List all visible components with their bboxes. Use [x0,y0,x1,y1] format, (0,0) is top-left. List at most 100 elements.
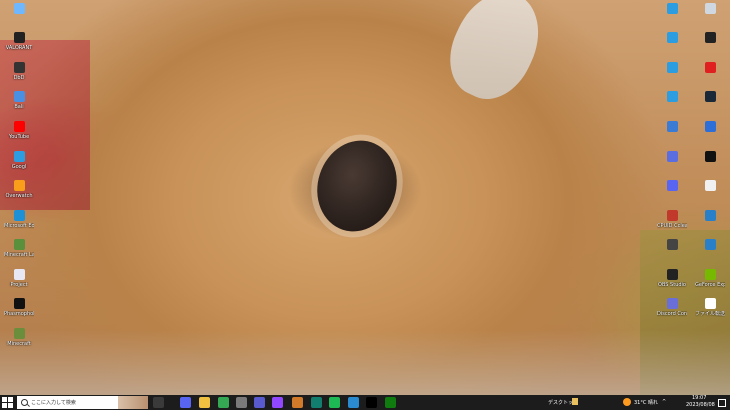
clock-date[interactable]: 2023/08/08 [686,402,715,408]
desktop-right-shortcut[interactable] [695,3,725,16]
weather-text[interactable]: 31°C 晴れ [634,399,658,406]
app-icon[interactable] [254,397,265,408]
folder-icon[interactable] [572,398,578,405]
desktop-right-shortcut[interactable] [657,180,687,193]
app-icon [704,62,716,73]
shortcut-label: ファイル転送 [695,311,725,317]
desktop-left-shortcut[interactable]: Googl [4,151,34,170]
search-placeholder: ここに入力して検索 [31,400,76,406]
valorant-icon [13,32,25,43]
desktop-right-shortcut[interactable] [657,62,687,75]
edge-icon [13,210,25,221]
taskbar: ここに入力して検索 デスクトップ 31°C 晴れ ^ 19:07 2023/08… [0,395,730,410]
desktop-right-shortcut[interactable] [657,239,687,252]
app-icon[interactable] [292,397,303,408]
shortcut-label: Googl [11,164,27,170]
desktop-left-shortcut[interactable] [4,3,34,16]
edge-icon [13,151,25,162]
recycle-bin-icon [704,3,716,14]
desktop-right-shortcut[interactable] [657,32,687,45]
app-icon[interactable] [348,397,359,408]
desktop-right-shortcut[interactable] [695,239,725,252]
x-icon[interactable] [366,397,377,408]
weather-sun-icon[interactable] [623,398,631,406]
desktop-left-shortcut[interactable]: DbD [4,62,34,81]
app-icon [704,151,716,162]
shortcut-label: OBS Studio [658,282,686,288]
desktop-right-shortcut[interactable]: GeForce Experience [695,269,725,288]
dbd-icon [13,62,25,73]
steam-icon [704,91,716,102]
app-icon [13,91,25,102]
app-icon [704,210,716,221]
shortcut-label: CPUID Ccleaner [657,223,687,229]
shortcut-label: DbD [13,75,25,81]
desktop-right-shortcut[interactable] [695,180,725,193]
desktop-right-shortcut[interactable] [695,62,725,75]
desktop-left-shortcut[interactable]: Overwatch [4,180,34,199]
edge-icon [666,3,678,14]
desktop-right-shortcut[interactable] [657,91,687,104]
spotify-icon[interactable] [329,397,340,408]
tray-chevron-icon[interactable]: ^ [662,399,666,405]
app-icon [666,239,678,250]
rabbit-ear [435,0,555,112]
app-icon [704,239,716,250]
desktop-left-shortcut[interactable]: Minecraft Launcher [4,239,34,258]
desktop-left-shortcut[interactable]: Bali [4,91,34,110]
app-icon [666,210,678,221]
search-highlight-image [118,396,148,409]
discord-icon[interactable] [180,397,191,408]
desktop-right-shortcut[interactable] [695,151,725,164]
shortcut-label: Microsoft Edge [4,223,34,229]
app-icon[interactable] [236,397,247,408]
edge-icon [666,62,678,73]
desktop-right-shortcut[interactable] [657,121,687,134]
app-icon [666,298,678,309]
desktop-right-shortcut[interactable]: OBS Studio [657,269,687,288]
desktop-right-shortcut[interactable] [695,32,725,45]
desktop-right-shortcut[interactable]: CPUID Ccleaner [657,210,687,229]
desktop-left-shortcut[interactable]: VALORANT [4,32,34,51]
minecraft-icon [13,239,25,250]
minecraft-icon [13,328,25,339]
taskbar-search-box[interactable]: ここに入力して検索 [17,396,148,409]
app-icon [13,3,25,14]
desktop-right-shortcut[interactable] [657,151,687,164]
windows-start-icon[interactable] [2,397,13,408]
shortcut-label: YouTube [8,134,30,140]
obs-icon [666,269,678,280]
epic-games-icon [704,32,716,43]
desktop-right-shortcut[interactable] [695,210,725,223]
desktop-right-shortcut[interactable] [695,91,725,104]
app-icon [666,151,678,162]
shortcut-label: Project [10,282,28,288]
desktop-left-shortcut[interactable]: Microsoft Edge [4,210,34,229]
file-explorer-icon[interactable] [199,397,210,408]
shortcut-label: Overwatch [5,193,33,199]
chrome-icon[interactable] [218,397,229,408]
desktop-left-shortcut[interactable]: Minecraft [4,328,34,347]
desktop-right-shortcut[interactable] [695,121,725,134]
task-view-icon[interactable] [153,397,164,408]
desktop-left-shortcut[interactable]: Phasmophobia [4,298,34,317]
youtube-icon [13,121,25,132]
desktop-left-shortcut[interactable]: Project [4,269,34,288]
rabbit-eye [305,130,409,242]
search-icon [21,399,28,406]
desktop-wallpaper [0,0,730,395]
desktop-right-shortcut[interactable]: ファイル転送 [695,298,725,317]
app-icon[interactable] [311,397,322,408]
xbox-icon[interactable] [385,397,396,408]
discord-icon [666,180,678,191]
desktop-right-shortcut[interactable] [657,3,687,16]
app-icon [13,269,25,280]
edge-icon [666,91,678,102]
desktop-left-shortcut[interactable]: YouTube [4,121,34,140]
nvidia-icon [704,269,716,280]
clock-time[interactable]: 19:07 [692,395,706,401]
notification-icon[interactable] [718,399,726,407]
twitch-icon[interactable] [272,397,283,408]
desktop-right-shortcut[interactable]: Discord Connect [657,298,687,317]
app-icon [704,121,716,132]
